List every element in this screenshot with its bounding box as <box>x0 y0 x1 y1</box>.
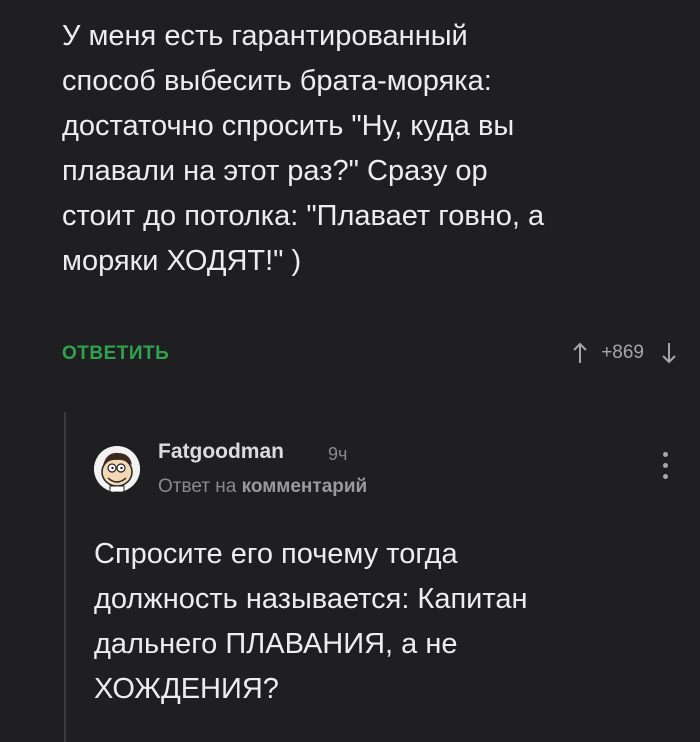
vote-controls: +869 <box>569 339 680 367</box>
reply-time: 9ч <box>328 444 348 464</box>
thread-line <box>64 412 66 742</box>
reply-meta: Ответ на комментарий <box>158 476 367 498</box>
main-comment: У меня есть гарантированный способ выбес… <box>62 14 682 284</box>
rating-count: +869 <box>601 342 644 363</box>
reply-meta-target[interactable]: комментарий <box>242 476 368 497</box>
reply-button[interactable]: ОТВЕТИТЬ <box>62 343 169 365</box>
comment-text: У меня есть гарантированный способ выбес… <box>62 20 545 277</box>
arrow-up-icon[interactable] <box>569 339 591 367</box>
reply-meta-prefix: Ответ на <box>158 476 237 497</box>
reply-text: Спросите его почему тогда должность назы… <box>94 538 528 705</box>
comment-actions: ОТВЕТИТЬ +869 <box>62 342 680 373</box>
cartoon-avatar-icon[interactable] <box>94 446 140 492</box>
arrow-down-icon[interactable] <box>658 339 680 367</box>
more-vertical-icon[interactable] <box>660 452 670 486</box>
reply-author[interactable]: Fatgoodman <box>158 440 284 464</box>
